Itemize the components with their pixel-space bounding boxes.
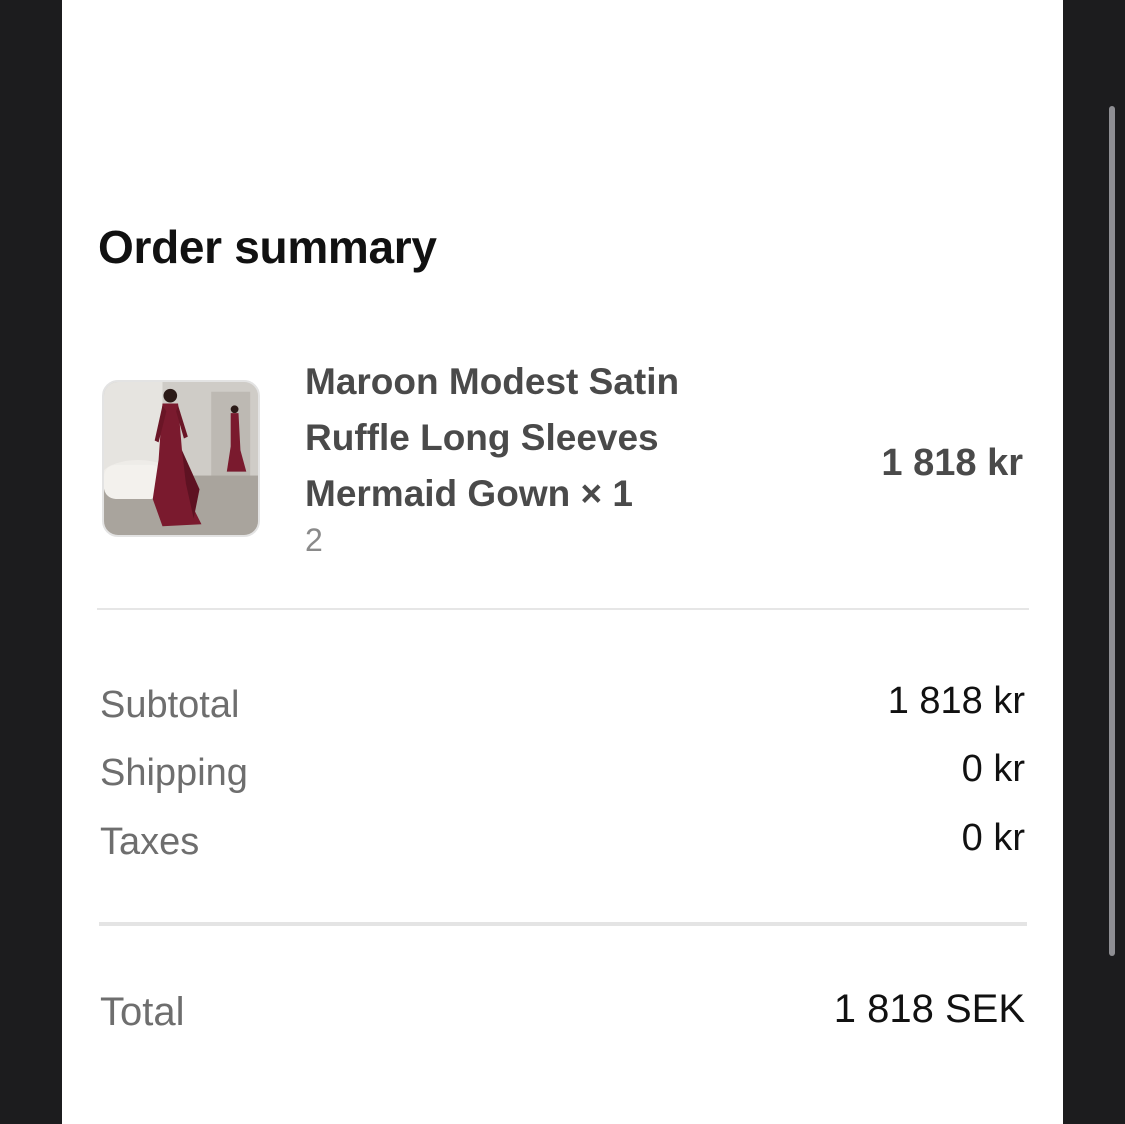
shipping-value: 0 kr bbox=[961, 748, 1025, 790]
product-name: Maroon Modest Satin Ruffle Long Sleeves … bbox=[305, 361, 680, 514]
product-thumbnail bbox=[102, 380, 260, 537]
product-variant: 2 bbox=[305, 522, 323, 558]
subtotal-value: 1 818 kr bbox=[887, 680, 1025, 722]
page-title: Order summary bbox=[98, 221, 437, 273]
divider-total bbox=[99, 922, 1027, 926]
subtotal-label: Subtotal bbox=[100, 684, 240, 726]
app-frame: Order summary Maroon Modest Satin Ruffle… bbox=[0, 0, 1125, 1124]
taxes-value: 0 kr bbox=[961, 817, 1025, 859]
product-photo-icon bbox=[104, 382, 258, 535]
product-price: 1 818 kr bbox=[881, 442, 1023, 484]
total-value: 1 818 SEK bbox=[833, 987, 1025, 1031]
order-summary-panel: Order summary Maroon Modest Satin Ruffle… bbox=[62, 0, 1063, 1124]
divider bbox=[97, 608, 1029, 610]
taxes-label: Taxes bbox=[100, 821, 200, 863]
scrollbar[interactable] bbox=[1109, 106, 1115, 956]
total-label: Total bbox=[100, 990, 185, 1034]
shipping-label: Shipping bbox=[100, 752, 248, 794]
